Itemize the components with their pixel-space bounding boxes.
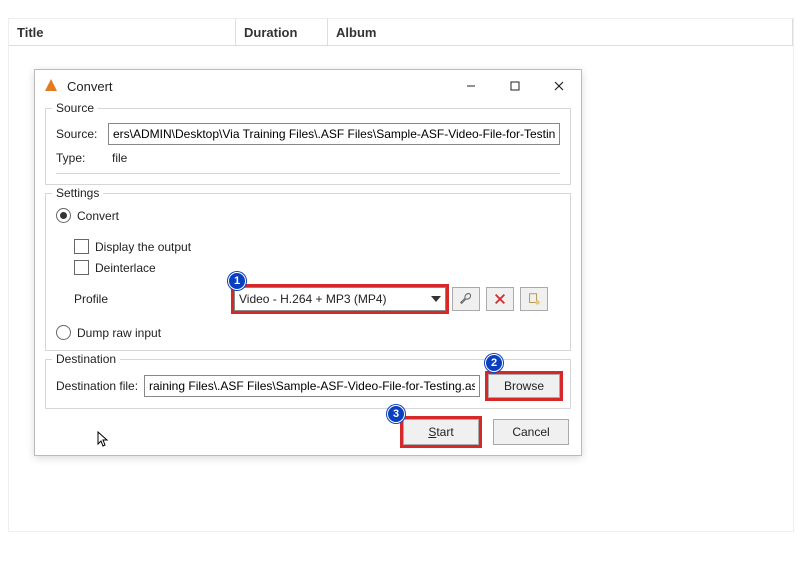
column-title[interactable]: Title [9,19,236,45]
playlist-window: Title Duration Album Convert Sour [8,18,794,532]
profile-value: Video - H.264 + MP3 (MP4) [239,292,387,306]
delete-profile-button[interactable] [486,287,514,311]
destination-label: Destination file: [56,379,144,393]
callout-1: 1 [228,272,246,290]
column-duration[interactable]: Duration [236,19,328,45]
source-group: Source Source: Type: file [45,108,571,185]
new-file-icon [527,292,541,306]
settings-group-title: Settings [52,186,103,200]
edit-profile-button[interactable] [452,287,480,311]
destination-input[interactable] [144,375,480,397]
settings-group: Settings Convert Display the output Dein… [45,193,571,351]
type-label: Type: [56,151,108,165]
dump-raw-label: Dump raw input [77,326,161,340]
cancel-button[interactable]: Cancel [493,419,569,445]
x-red-icon [493,292,507,306]
destination-group: Destination Destination file: Browse 2 [45,359,571,409]
maximize-button[interactable] [493,71,537,101]
convert-dialog: Convert Source Source: [34,69,582,456]
dump-raw-radio[interactable] [56,325,71,340]
minimize-button[interactable] [449,71,493,101]
wrench-icon [459,292,473,306]
destination-group-title: Destination [52,352,120,366]
column-album[interactable]: Album [328,19,793,45]
profile-select[interactable]: Video - H.264 + MP3 (MP4) [234,287,446,311]
display-output-label: Display the output [95,240,191,254]
callout-3: 3 [387,405,405,423]
close-button[interactable] [537,71,581,101]
start-button[interactable]: Start [403,419,479,445]
type-value: file [108,151,127,165]
profile-label: Profile [56,292,234,306]
titlebar: Convert [35,70,581,102]
dialog-title: Convert [67,79,449,94]
table-header: Title Duration Album [9,19,793,46]
callout-2: 2 [485,354,503,372]
vlc-cone-icon [43,78,59,94]
separator [56,173,560,174]
convert-radio-label: Convert [77,209,119,223]
source-label: Source: [56,127,108,141]
source-group-title: Source [52,101,98,115]
display-output-checkbox[interactable] [74,239,89,254]
source-input[interactable] [108,123,560,145]
deinterlace-label: Deinterlace [95,261,156,275]
browse-button[interactable]: Browse [488,374,560,398]
deinterlace-checkbox[interactable] [74,260,89,275]
convert-radio[interactable] [56,208,71,223]
chevron-down-icon [431,296,441,302]
new-profile-button[interactable] [520,287,548,311]
